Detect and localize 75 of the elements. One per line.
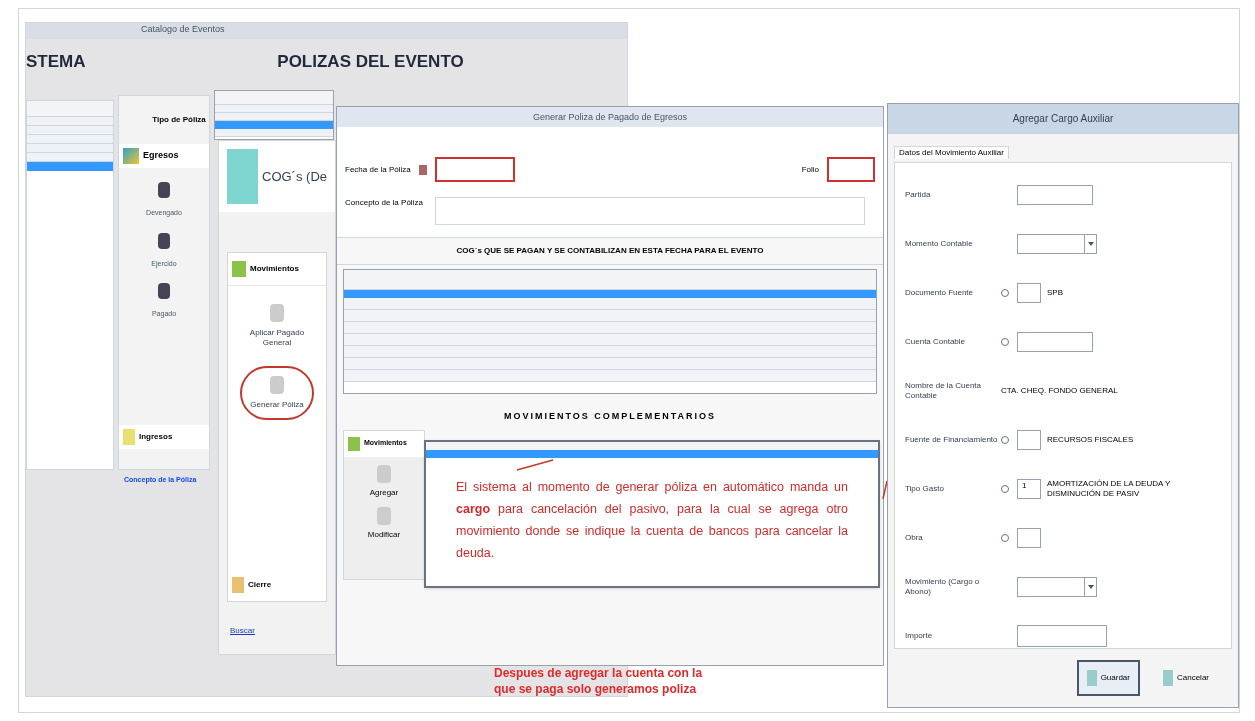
item-label: Aplicar Pagado General	[248, 328, 306, 348]
field-label: Movimiento (Cargo o Abono)	[905, 577, 981, 597]
toolbar-item[interactable]: Generar Póliza	[240, 366, 314, 420]
field-description: AMORTIZACIÓN DE LA DEUDA Y DISMINUCIÓN DE PASIV	[1047, 479, 1172, 499]
account-name: CTA. CHEQ. FONDO GENERAL	[1001, 385, 1118, 397]
table-row[interactable]	[426, 450, 878, 458]
code-field[interactable]	[1017, 528, 1041, 548]
dialog-button[interactable]: Cancelar	[1154, 660, 1218, 696]
table-row[interactable]	[344, 370, 876, 382]
field-label: Concepto de la Póliza	[345, 197, 423, 209]
table-row[interactable]	[344, 298, 876, 310]
item-label: Generar Póliza	[250, 400, 304, 410]
table-row[interactable]	[344, 290, 876, 298]
dropdown-field[interactable]	[1017, 577, 1097, 597]
window-title: Agregar Cargo Auxiliar	[888, 104, 1238, 134]
dialog-button[interactable]: Guardar	[1076, 660, 1140, 696]
date-field[interactable]	[434, 157, 515, 182]
field-label: Partida	[905, 190, 932, 200]
sidebar-group[interactable]: Egresos	[119, 144, 209, 168]
field-label: Momento Contable	[905, 239, 974, 249]
section-title: COG´s QUE SE PAGAN Y SE CONTABILIZAN EN ESTA FECHA PARA EL EVENTO	[337, 237, 883, 265]
sidebar-group[interactable]: Movimientos	[228, 253, 326, 286]
sidebar-group[interactable]: Ingresos	[119, 425, 209, 449]
folio-field[interactable]	[827, 157, 875, 182]
field-label: Folio	[801, 163, 819, 176]
list-row[interactable]	[27, 126, 113, 135]
field-label: Fecha de la Póliza	[345, 163, 411, 176]
caret-icon	[1084, 578, 1096, 596]
sidebar-group[interactable]: Cierre	[228, 569, 326, 601]
text-field[interactable]	[1017, 185, 1093, 205]
list-row[interactable]	[27, 162, 113, 171]
field-label: Tipo Gasto	[905, 484, 945, 494]
field-description: RECURSOS FISCALES	[1047, 435, 1134, 445]
code-field[interactable]	[1017, 430, 1041, 450]
toolbar-item[interactable]: Modificar	[367, 528, 401, 541]
toolbar-item[interactable]: Agregar	[369, 486, 399, 499]
panel-header: STEMA	[26, 50, 87, 73]
table-row[interactable]	[215, 121, 333, 129]
dropdown-field[interactable]	[1017, 234, 1097, 254]
code-field[interactable]	[1017, 283, 1041, 303]
search-link[interactable]: Buscar	[230, 625, 255, 637]
amount-field[interactable]	[1017, 625, 1107, 647]
table-row[interactable]	[344, 346, 876, 358]
callout-text: El sistema al momento de generar póliza en automático manda un cargo para cancelación del pasivo, para la cual se agrega otro movimiento donde se indique la cuenta de bancos para cancelar la deuda.	[456, 479, 848, 562]
toolbar-item[interactable]: Aplicar Pagado General	[228, 296, 326, 356]
list-row[interactable]	[27, 135, 113, 144]
panel-header: POLIZAS DEL EVENTO	[276, 50, 465, 73]
window-title: Catalogo de Eventos	[26, 23, 627, 39]
field-label: Documento Fuente	[905, 288, 975, 298]
table-row[interactable]	[344, 310, 876, 322]
caret-icon	[1084, 235, 1096, 253]
field-label: Nombre de la Cuenta Contable	[905, 381, 983, 401]
field-label: Importe	[905, 631, 934, 641]
tab[interactable]: Datos del Movimiento Auxiliar	[894, 146, 1009, 159]
window-title: Generar Poliza de Pagado de Egresos	[337, 107, 883, 127]
list-row[interactable]	[27, 117, 113, 126]
field-description: SPB	[1047, 288, 1063, 298]
list-row[interactable]	[27, 153, 113, 162]
sidebar-header: Tipo de Póliza	[152, 114, 206, 126]
table-row[interactable]	[344, 358, 876, 370]
table-row[interactable]	[215, 105, 333, 113]
field-label: Obra	[905, 533, 924, 543]
code-field[interactable]: 1	[1017, 479, 1041, 499]
table-row[interactable]	[344, 322, 876, 334]
field-label: Fuente de Financiamiento	[905, 435, 999, 445]
section-title: MOVIMIENTOS COMPLEMENTARIOS	[502, 410, 718, 423]
text-field[interactable]	[1017, 332, 1093, 352]
window-title: COG´s (De	[262, 167, 327, 186]
field-label: Cuenta Contable	[905, 337, 967, 347]
table-row[interactable]	[215, 129, 333, 137]
note-text: Despues de agregar la cuenta con la que se paga solo generamos poliza	[494, 665, 704, 697]
concept-field[interactable]	[434, 197, 865, 225]
list-row[interactable]	[27, 144, 113, 153]
table-row[interactable]	[215, 113, 333, 121]
table-row[interactable]	[344, 334, 876, 346]
